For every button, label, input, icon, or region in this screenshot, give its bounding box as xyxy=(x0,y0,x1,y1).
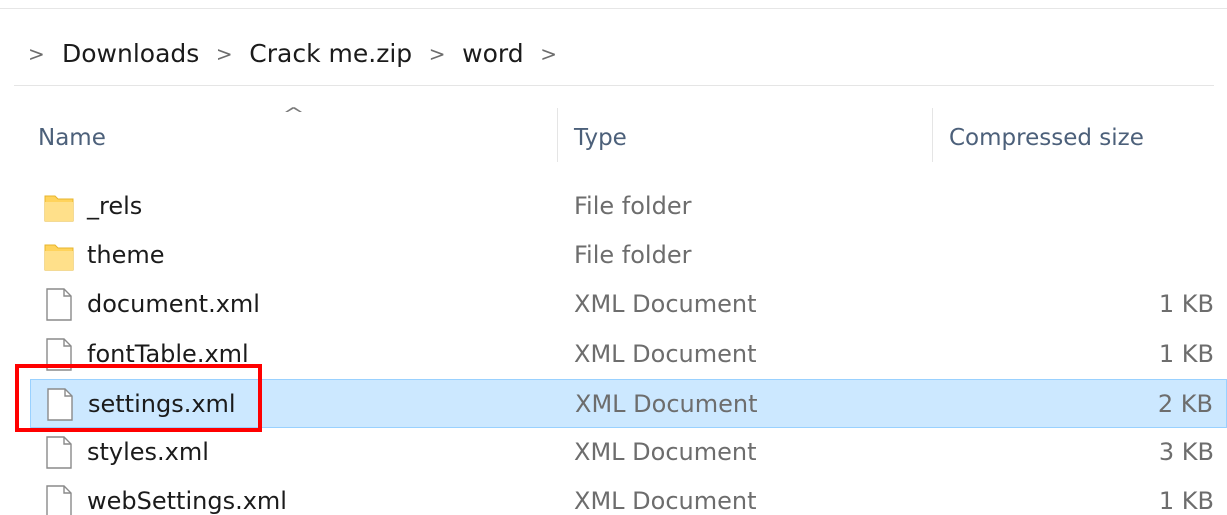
file-explorer-window: > Downloads > Crack me.zip > word > ^ Na… xyxy=(0,0,1227,515)
file-icon xyxy=(46,436,72,469)
breadcrumb-separator-icon[interactable]: > xyxy=(205,42,243,66)
column-divider[interactable] xyxy=(557,108,558,162)
file-size: 3 KB xyxy=(1158,437,1214,466)
file-size: 1 KB xyxy=(1158,487,1214,515)
file-name: theme xyxy=(87,241,165,270)
file-type: XML Document xyxy=(575,389,758,418)
file-type: File folder xyxy=(574,192,692,220)
breadcrumb-separator-icon[interactable]: > xyxy=(418,42,456,66)
sort-ascending-icon: ^ xyxy=(282,104,305,125)
top-divider xyxy=(0,0,1227,9)
breadcrumb-item-downloads[interactable]: Downloads xyxy=(56,39,205,68)
file-size: 2 KB xyxy=(1157,389,1213,418)
column-header-name[interactable]: Name xyxy=(38,122,106,154)
column-header: ^ Name Type Compressed size xyxy=(14,104,1227,168)
breadcrumb-separator-icon[interactable]: > xyxy=(530,42,568,66)
folder-icon xyxy=(44,195,74,222)
list-item[interactable]: webSettings.xml XML Document 1 KB xyxy=(30,477,1227,515)
file-size: 1 KB xyxy=(1158,290,1214,319)
file-size: 1 KB xyxy=(1158,339,1214,368)
list-item[interactable]: theme File folder xyxy=(30,231,1227,280)
file-icon xyxy=(46,485,72,515)
file-name: settings.xml xyxy=(88,389,236,418)
file-icon xyxy=(46,337,72,371)
list-item-selected[interactable]: settings.xml XML Document 2 KB xyxy=(30,378,1227,428)
folder-icon xyxy=(44,244,74,271)
file-type: File folder xyxy=(574,241,692,270)
column-header-type[interactable]: Type xyxy=(574,122,627,154)
file-name: fontTable.xml xyxy=(87,339,249,368)
column-divider[interactable] xyxy=(932,108,933,162)
file-type: XML Document xyxy=(574,290,757,319)
file-type: XML Document xyxy=(574,487,757,515)
file-name: _rels xyxy=(87,192,143,220)
file-list: _rels File folder theme File folder docu… xyxy=(30,182,1227,515)
breadcrumb-item-zip[interactable]: Crack me.zip xyxy=(243,39,418,68)
file-name: webSettings.xml xyxy=(87,487,287,515)
list-item[interactable]: styles.xml XML Document 3 KB xyxy=(30,428,1227,477)
file-name: styles.xml xyxy=(87,437,209,466)
list-item[interactable]: document.xml XML Document 1 KB xyxy=(30,280,1227,329)
breadcrumb-separator-icon[interactable]: > xyxy=(14,42,56,66)
file-type: XML Document xyxy=(574,437,757,466)
file-name: document.xml xyxy=(87,290,260,319)
file-type: XML Document xyxy=(574,339,757,368)
breadcrumb: > Downloads > Crack me.zip > word > xyxy=(14,22,1214,86)
list-item[interactable]: fontTable.xml XML Document 1 KB xyxy=(30,330,1227,379)
list-item[interactable]: _rels File folder xyxy=(30,182,1227,231)
breadcrumb-item-word[interactable]: word xyxy=(456,39,529,68)
file-icon xyxy=(47,388,73,421)
file-icon xyxy=(46,288,72,322)
column-header-compressed-size[interactable]: Compressed size xyxy=(949,122,1144,154)
